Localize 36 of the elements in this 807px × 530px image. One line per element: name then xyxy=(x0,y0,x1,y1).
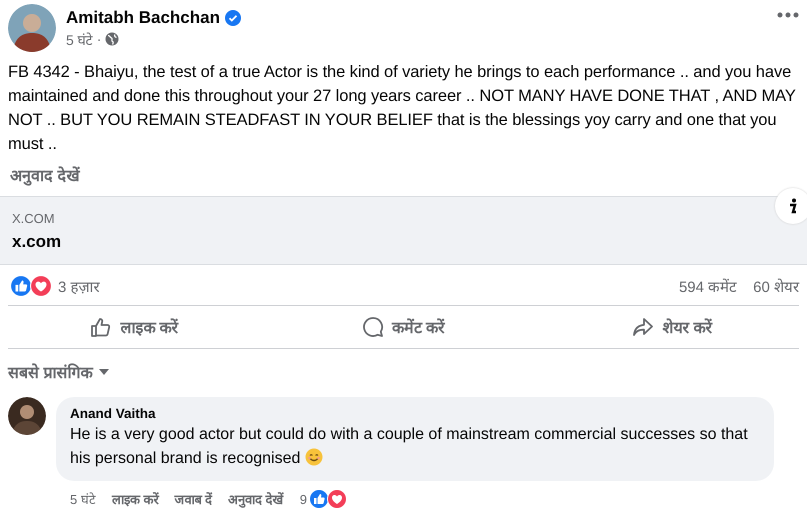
comment-action-link[interactable]: अनुवाद देखें xyxy=(228,490,284,508)
info-button[interactable] xyxy=(775,188,807,224)
caret-icon[interactable] xyxy=(98,368,110,376)
link-preview[interactable]: X.COM x.com xyxy=(0,196,807,265)
commenter-name[interactable]: Anand Vaitha xyxy=(70,406,760,421)
info-icon xyxy=(789,198,797,214)
like-button[interactable]: लाइक करें xyxy=(0,312,269,342)
share-count[interactable]: 60 शेयर xyxy=(753,276,799,296)
more-options-icon[interactable] xyxy=(777,12,799,18)
love-reaction-icon xyxy=(326,489,347,509)
link-title: x.com xyxy=(12,232,62,252)
reaction-count[interactable]: 3 हज़ार xyxy=(58,276,100,296)
comment-reaction-count[interactable]: 9 xyxy=(300,492,307,506)
globe-icon xyxy=(105,32,120,46)
love-reaction-icon xyxy=(30,275,52,297)
post-time[interactable]: 5 घंटे xyxy=(66,30,93,48)
comment-button[interactable]: कमेंट करें xyxy=(269,312,538,342)
separator: · xyxy=(96,31,102,47)
speech-bubble-icon xyxy=(362,316,384,338)
share-arrow-icon xyxy=(632,316,654,338)
comment-text: He is a very good actor but could do with a couple of mainstream commercial successes so that his personal brand is recognised xyxy=(70,425,749,469)
see-translation-link[interactable]: अनुवाद देखें xyxy=(10,168,80,185)
comment-action-link[interactable]: जवाब दें xyxy=(174,490,212,508)
comment-time[interactable]: 5 घंटे xyxy=(70,490,96,508)
sort-label[interactable]: सबसे प्रासंगिक xyxy=(8,361,92,383)
like-reaction-icon xyxy=(308,489,329,509)
post-text: FB 4342 - Bhaiyu, the test of a true Actor is the kind of variety he brings to each performance .. and you have maintained and done this throughout your 27 long years career .. NOT MANY HAVE DONE THAT , AND MAY NOT .. BUT YOU REMAIN STEADFAST IN YOUR BELIEF that is the blessings yoy carry and one that you must .. xyxy=(7,62,796,155)
link-domain: X.COM xyxy=(12,211,56,226)
commenter-avatar[interactable] xyxy=(8,397,46,435)
avatar[interactable] xyxy=(8,4,56,52)
comment-action-link[interactable]: लाइक करें xyxy=(112,490,158,508)
thumbs-up-icon xyxy=(90,316,112,338)
share-button[interactable]: शेयर करें xyxy=(538,312,807,342)
author-name[interactable]: Amitabh Bachchan xyxy=(66,8,220,28)
comment-count[interactable]: 594 कमेंट xyxy=(678,276,738,296)
like-reaction-icon xyxy=(10,275,32,297)
